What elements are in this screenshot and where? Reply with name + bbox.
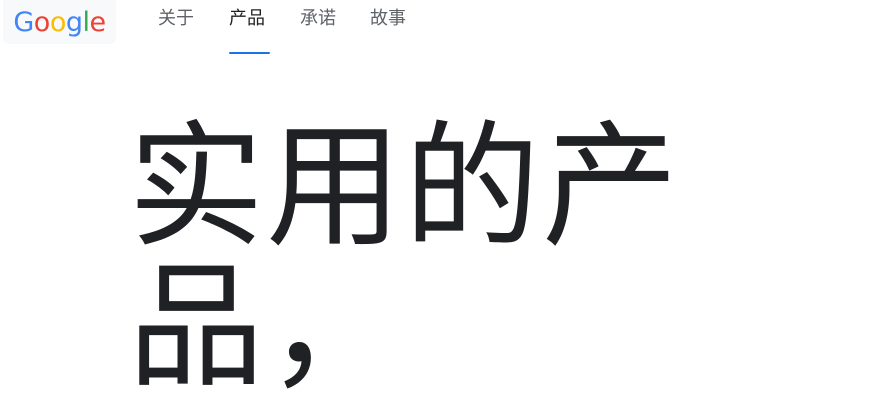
google-logo: Google: [13, 6, 107, 38]
logo-letter: e: [89, 6, 107, 38]
logo-letter: o: [33, 6, 51, 38]
google-logo-link[interactable]: Google: [3, 0, 116, 44]
logo-letter: g: [65, 6, 83, 38]
nav-item-commitments[interactable]: 承诺: [300, 4, 336, 30]
nav-item-about[interactable]: 关于: [158, 4, 194, 30]
active-tab-indicator: [229, 52, 270, 54]
logo-letter: G: [13, 6, 34, 38]
nav-item-stories[interactable]: 故事: [370, 4, 406, 30]
logo-letter: l: [82, 6, 91, 38]
nav-item-products[interactable]: 产品: [229, 4, 265, 30]
hero-title: 实用的产品，: [128, 109, 680, 407]
logo-letter: o: [49, 6, 67, 38]
